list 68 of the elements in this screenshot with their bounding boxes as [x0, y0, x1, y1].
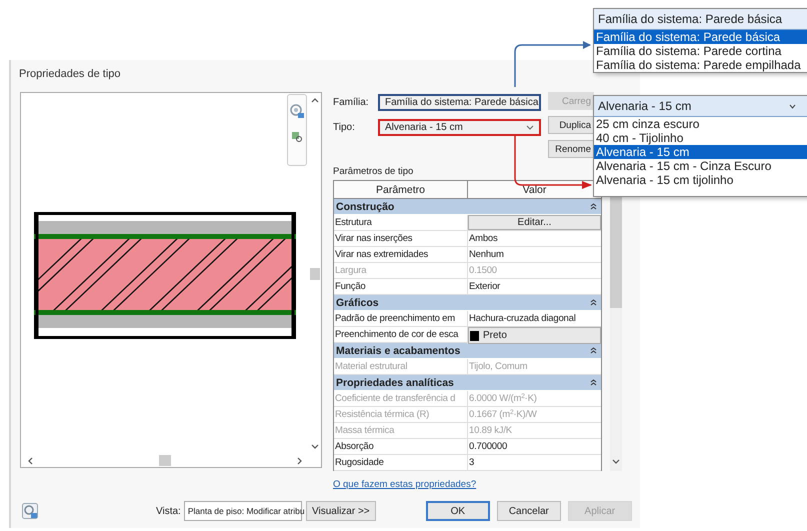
group-header[interactable]: Construção — [334, 199, 601, 215]
table-cell: Padrão de preenchimento em — [334, 311, 468, 326]
table-cell-text: 0.700000 — [468, 440, 508, 454]
scroll-thumb[interactable] — [159, 455, 171, 466]
side-button[interactable]: Renome — [548, 140, 594, 158]
dialog-button[interactable]: Cancelar — [496, 501, 561, 521]
dropdown-header[interactable]: Alvenaria - 15 cm — [594, 96, 807, 117]
chevron-icon — [526, 125, 534, 130]
color-button[interactable]: Preto — [468, 327, 601, 344]
dropdown-option[interactable]: Família do sistema: Parede básica — [594, 30, 807, 44]
dropdown-option[interactable]: 40 cm - Tijolinho — [594, 131, 807, 145]
view-dropdown[interactable]: Planta de piso: Modificar atribu — [184, 501, 302, 521]
dropdown-header[interactable]: Família do sistema: Parede básica — [594, 9, 807, 30]
scroll-left-icon[interactable] — [27, 456, 33, 464]
collapse-icon[interactable] — [590, 203, 597, 210]
table-cell: Virar nas extremidades — [334, 247, 468, 262]
table-cell-text: Exterior — [468, 280, 502, 294]
dropdown-option[interactable]: Alvenaria - 15 cm — [594, 145, 807, 159]
help-link[interactable]: O que fazem estas propriedades? — [333, 479, 476, 490]
table-cell-text: Hachura-cruzada diagonal — [468, 312, 577, 326]
zoom-icon[interactable] — [291, 131, 303, 143]
scroll-thumb[interactable] — [310, 268, 320, 280]
table-cell-text: Nenhum — [468, 248, 505, 262]
collapse-icon[interactable] — [590, 299, 597, 306]
column-header: Parâmetro — [334, 181, 468, 199]
field-label: Família: — [333, 97, 370, 108]
view-2d-icon[interactable] — [290, 103, 304, 119]
table-cell-text: Ambos — [468, 232, 499, 246]
dialog-button[interactable]: Visualizar >> — [306, 501, 376, 521]
table-cell: Virar nas inserções — [334, 231, 468, 246]
dropdown-option[interactable]: Família do sistema: Parede cortina — [594, 44, 807, 58]
window-title: Propriedades de tipo — [18, 67, 121, 82]
table-cell-text: 0.1667 (m$^{2}$·K)/W — [468, 408, 538, 422]
table-cell: Resistência térmica (R) — [334, 407, 468, 422]
scroll-up-icon[interactable] — [311, 97, 319, 103]
field-label: Vista: — [156, 506, 181, 516]
table-cell-text: Tijolo, Comum — [468, 360, 528, 374]
group-header[interactable]: Propriedades analíticas — [334, 375, 601, 391]
dropdown-option[interactable]: Família do sistema: Parede empilhada — [594, 58, 807, 72]
table-cell-text: 3 — [468, 456, 476, 470]
scroll-right-icon[interactable] — [297, 456, 303, 464]
table-cell: Coeficiente de transferência d — [334, 391, 468, 406]
scroll-down-icon[interactable] — [612, 459, 620, 465]
table-cell: Massa térmica — [334, 423, 468, 438]
group-header[interactable]: Materiais e acabamentos — [334, 343, 601, 359]
field-label: Tipo: — [333, 122, 356, 133]
edit-button[interactable]: Editar... — [468, 215, 601, 230]
table-cell: Rugosidade — [334, 455, 468, 470]
section-label: Parâmetros de tipo — [333, 166, 414, 177]
table-cell: Função — [334, 279, 468, 294]
dropdown-option[interactable]: 25 cm cinza escuro — [594, 117, 807, 131]
collapse-icon[interactable] — [590, 379, 597, 386]
chevron-icon — [789, 104, 796, 108]
table-cell-text: 6.0000 W/(m$^{2}$·K) — [468, 392, 538, 406]
scroll-down-icon[interactable] — [311, 444, 319, 450]
table-cell: Material estrutural — [334, 359, 468, 374]
side-button[interactable]: Duplica — [548, 116, 594, 134]
family-dropdown[interactable]: Família do sistema: Parede básica — [378, 94, 541, 111]
type-dropdown[interactable]: Alvenaria - 15 cm — [378, 119, 541, 136]
dropdown-option[interactable]: Alvenaria - 15 cm - Cinza Escuro — [594, 159, 807, 173]
dialog-button[interactable]: OK — [426, 501, 490, 521]
group-header[interactable]: Gráficos — [334, 295, 601, 311]
table-cell: Absorção — [334, 439, 468, 454]
table-cell-text: 0.1500 — [468, 264, 498, 278]
view-2d-icon[interactable] — [22, 503, 38, 519]
table-cell-text: 10.89 kJ/K — [468, 424, 513, 438]
table-cell: Largura — [334, 263, 468, 278]
collapse-icon[interactable] — [590, 347, 597, 354]
